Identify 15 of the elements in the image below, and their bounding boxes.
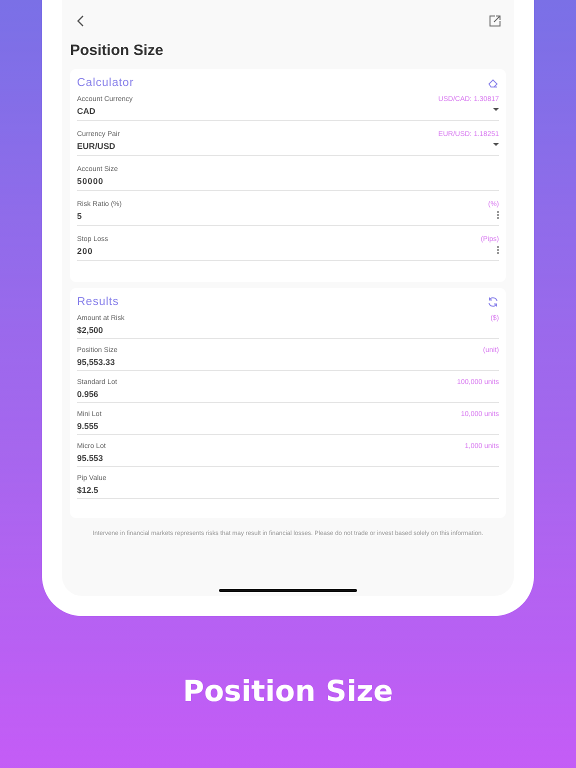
- input-field[interactable]: 5: [77, 208, 499, 226]
- card-title: Calculator: [77, 77, 134, 89]
- result-value: 0.956: [77, 389, 98, 399]
- page-title: Position Size: [70, 42, 164, 59]
- result-value: 95,553.33: [77, 357, 115, 367]
- result-value: $2,500: [77, 325, 103, 335]
- input-field[interactable]: 200: [77, 243, 499, 261]
- input-field[interactable]: 50000: [77, 173, 499, 191]
- result-value: 95.553: [77, 453, 103, 463]
- result-value: $12.5: [77, 485, 98, 495]
- select-field[interactable]: EUR/USD: [77, 138, 499, 156]
- select-field[interactable]: CAD: [77, 103, 499, 121]
- caption: Position Size: [182, 674, 394, 708]
- result-value: 9.555: [77, 421, 98, 431]
- card-title: Results: [77, 296, 119, 308]
